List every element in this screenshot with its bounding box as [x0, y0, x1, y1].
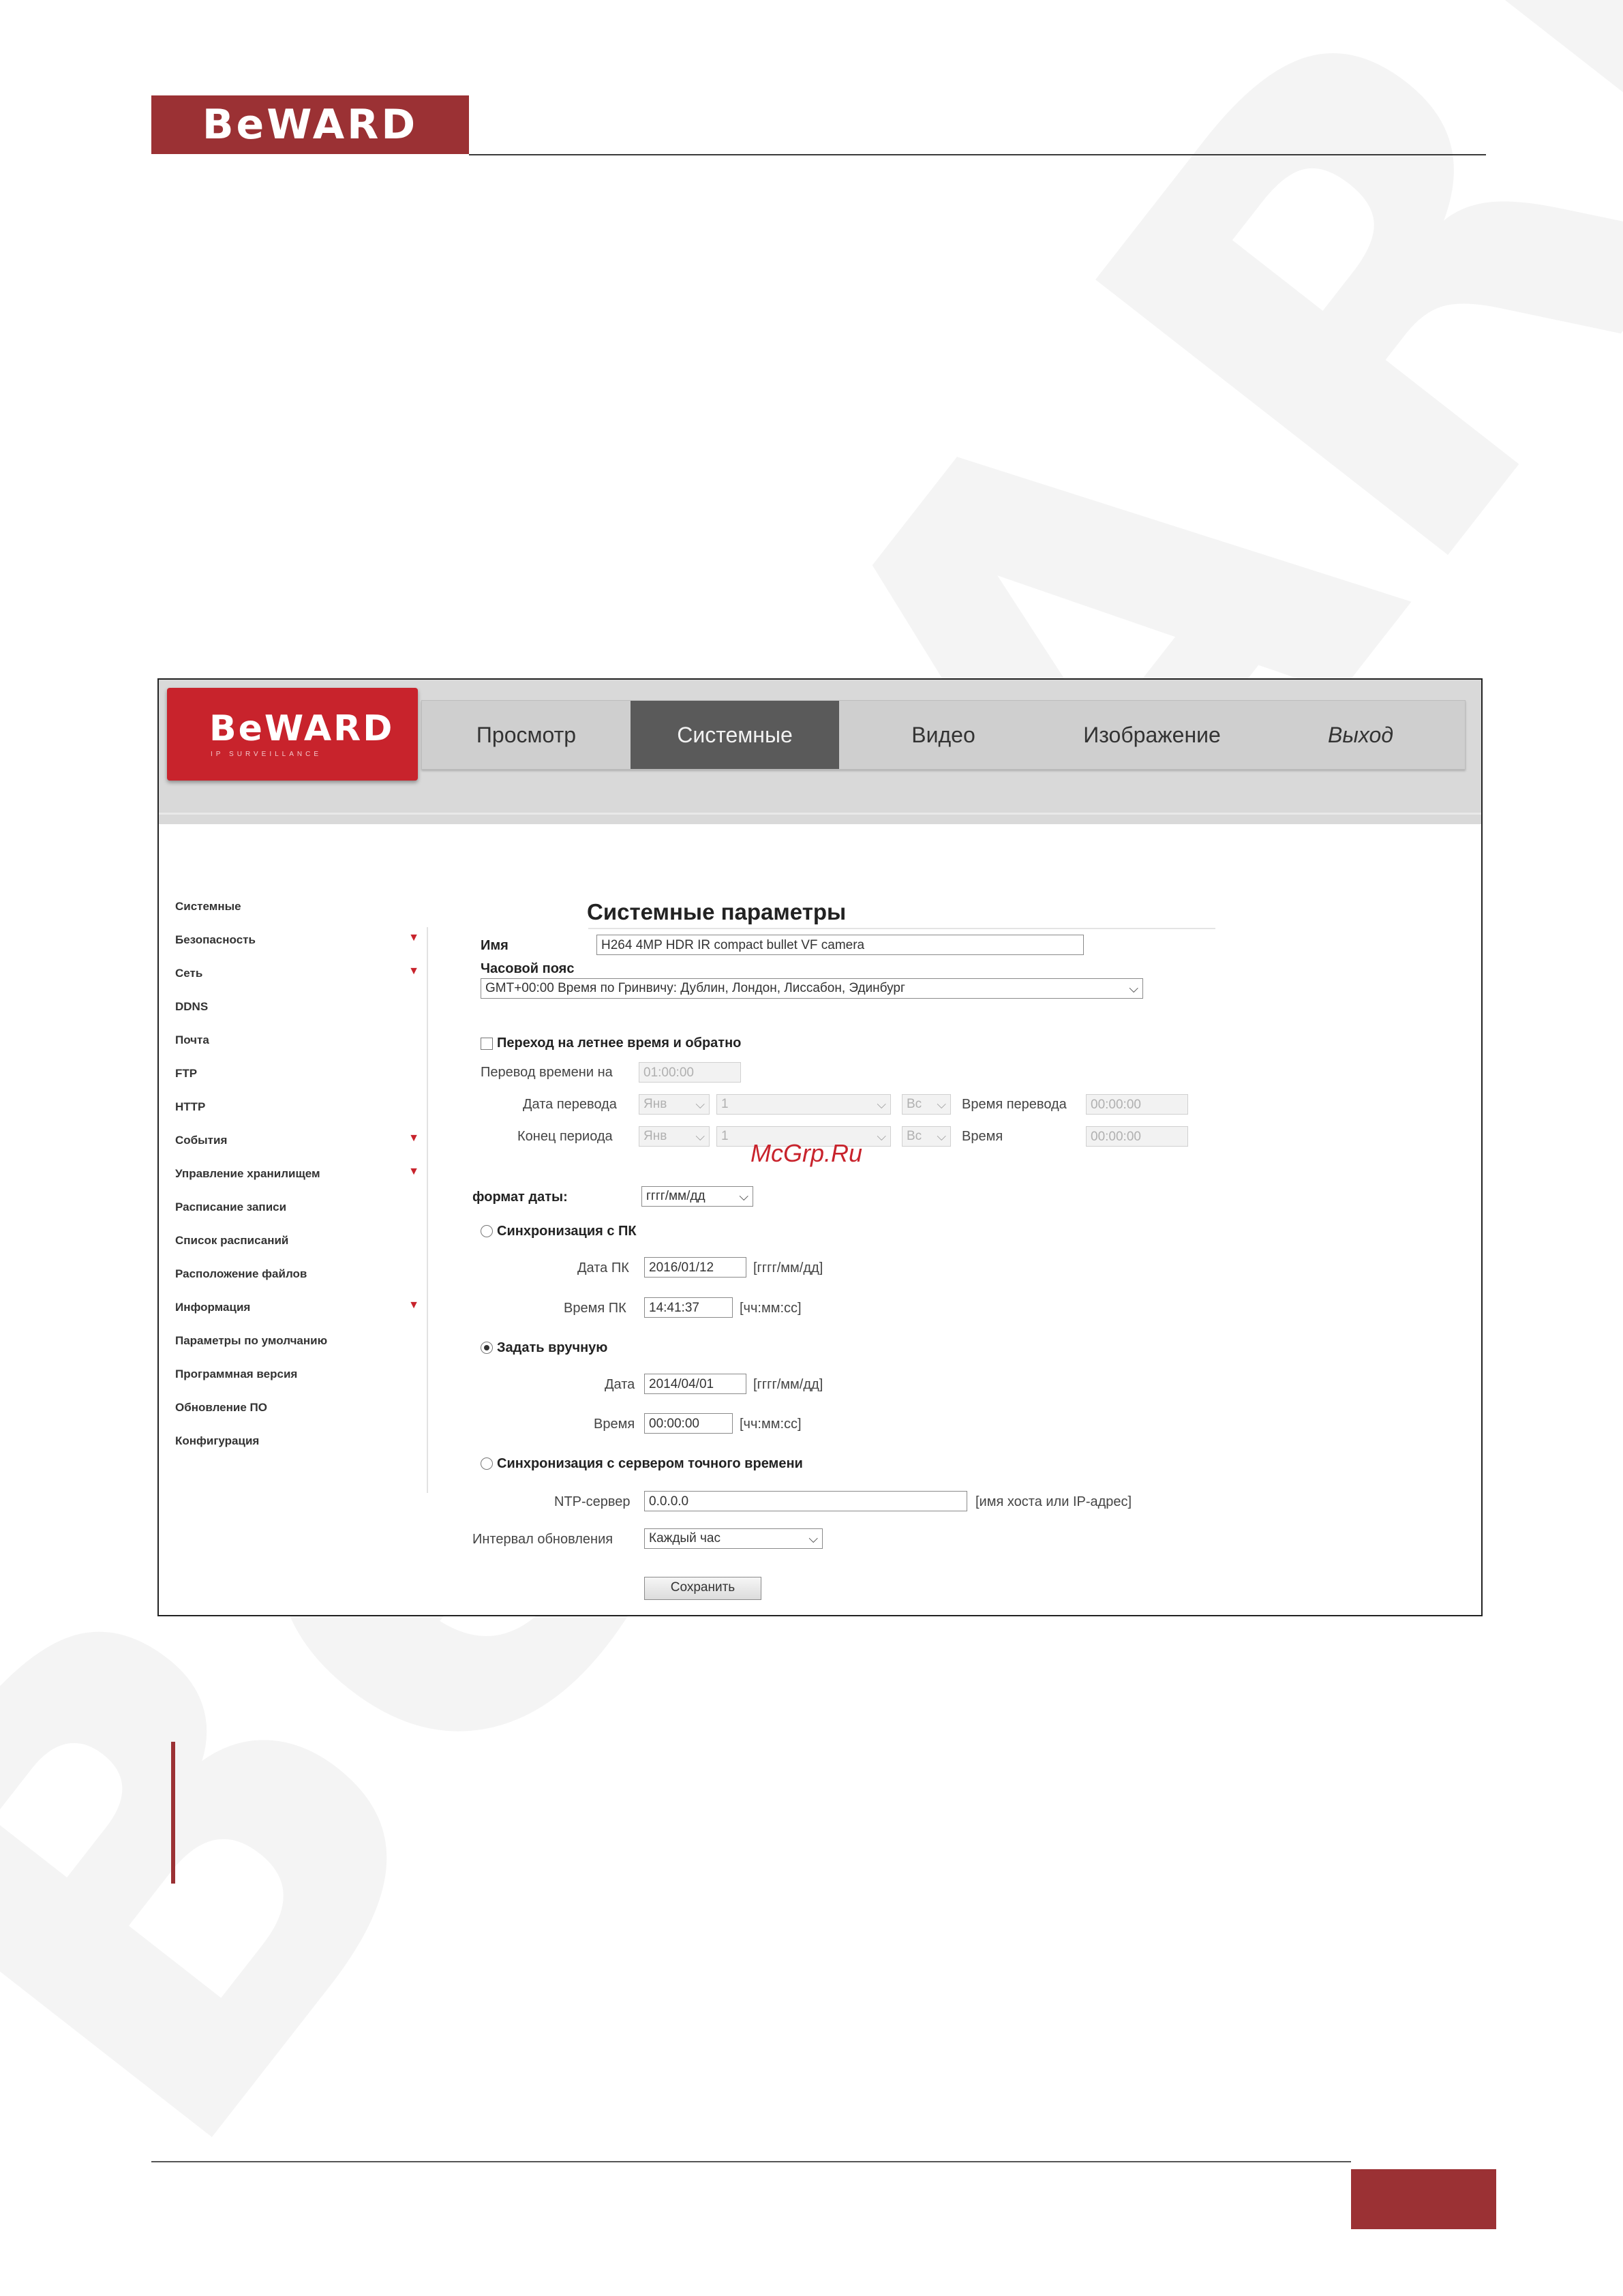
page-title: Системные параметры: [587, 899, 847, 924]
tab-system[interactable]: Системные: [631, 701, 839, 769]
dst-shift-field[interactable]: 01:00:00: [639, 1062, 741, 1083]
chevron-down-icon: ⌵: [937, 1130, 946, 1143]
sidebar-item-info[interactable]: Информация ▼: [175, 1299, 427, 1334]
tab-preview[interactable]: Просмотр: [422, 701, 631, 769]
dst-shift-label: Перевод времени на: [481, 1065, 613, 1080]
pc-date-field[interactable]: 2016/01/12: [644, 1257, 746, 1278]
dst-start-day-select[interactable]: Вс ⌵: [902, 1094, 951, 1115]
sidebar-item-events[interactable]: События ▼: [175, 1132, 427, 1167]
date-format-select[interactable]: гггг/мм/дд ⌵: [641, 1186, 753, 1207]
pc-date-hint: [гггг/мм/дд]: [753, 1260, 823, 1275]
camera-web-ui-screenshot: BeWARD IP SURVEILLANCE Просмотр Системны…: [157, 678, 1483, 1616]
dst-start-label: Дата перевода: [523, 1097, 617, 1112]
dst-end-time-label: Время: [962, 1129, 1003, 1144]
ntp-interval-label: Интервал обновления: [472, 1532, 613, 1547]
expand-arrow-icon: ▼: [408, 1166, 419, 1177]
tab-logout[interactable]: Выход: [1256, 701, 1465, 769]
ntp-server-field[interactable]: 0.0.0.0: [644, 1491, 967, 1511]
manual-date-field[interactable]: 2014/04/01: [644, 1374, 746, 1394]
ntp-server-hint: [имя хоста или IP-адрес]: [975, 1494, 1132, 1509]
title-divider: [588, 928, 1215, 929]
site-watermark: McGrp.Ru: [750, 1139, 863, 1167]
manual-label: Задать вручную: [497, 1340, 608, 1355]
sidebar-item-file-location[interactable]: Расположение файлов: [175, 1267, 427, 1301]
note-accent-bar: [171, 1742, 175, 1884]
camera-logo-brand: BeWARD: [209, 708, 395, 749]
chevron-down-icon: ⌵: [695, 1098, 705, 1111]
sidebar-item-storage[interactable]: Управление хранилищем ▼: [175, 1166, 427, 1200]
top-bar-divider: [159, 813, 1481, 815]
timezone-label: Часовой пояс: [481, 961, 575, 976]
chevron-down-icon: ⌵: [808, 1532, 818, 1545]
ntp-interval-select[interactable]: Каждый час ⌵: [644, 1528, 823, 1549]
sidebar-item-ftp[interactable]: FTP: [175, 1067, 427, 1100]
pc-time-hint: [чч:мм:сс]: [740, 1301, 802, 1316]
sync-pc-label: Синхронизация с ПК: [497, 1224, 637, 1239]
manual-date-hint: [гггг/мм/дд]: [753, 1377, 823, 1392]
timezone-select[interactable]: GMT+00:00 Время по Гринвичу: Дублин, Лон…: [481, 978, 1143, 999]
dst-start-week-select[interactable]: 1 ⌵: [716, 1094, 891, 1115]
chevron-down-icon: ⌵: [695, 1130, 705, 1143]
sidebar-item-record-schedule[interactable]: Расписание записи: [175, 1200, 427, 1234]
sidebar-item-security[interactable]: Безопасность ▼: [175, 932, 427, 967]
sidebar-item-firmware-version[interactable]: Программная версия: [175, 1368, 427, 1401]
manual-date-label: Дата: [605, 1377, 635, 1392]
sidebar-item-network[interactable]: Сеть ▼: [175, 965, 427, 1000]
manual-time-hint: [чч:мм:сс]: [740, 1417, 802, 1432]
manual-time-field[interactable]: 00:00:00: [644, 1413, 733, 1434]
device-name-field[interactable]: H264 4MP HDR IR compact bullet VF camera: [596, 935, 1084, 955]
chevron-down-icon: ⌵: [739, 1190, 748, 1203]
camera-logo: BeWARD IP SURVEILLANCE: [167, 688, 418, 781]
sidebar-item-system[interactable]: Системные: [175, 900, 427, 933]
dst-end-label: Конец периода: [517, 1129, 613, 1144]
dst-start-time-label: Время перевода: [962, 1097, 1067, 1112]
name-label: Имя: [481, 938, 509, 953]
dst-start-time-field[interactable]: 00:00:00: [1086, 1094, 1188, 1115]
sidebar-item-configuration[interactable]: Конфигурация: [175, 1434, 427, 1468]
tab-image[interactable]: Изображение: [1048, 701, 1256, 769]
dst-label: Переход на летнее время и обратно: [497, 1036, 742, 1051]
footer-page-box: [1351, 2169, 1496, 2229]
expand-arrow-icon: ▼: [408, 1132, 419, 1144]
sidebar-item-ddns[interactable]: DDNS: [175, 1000, 427, 1033]
ntp-radio[interactable]: [481, 1457, 493, 1470]
sidebar-item-http[interactable]: HTTP: [175, 1100, 427, 1134]
dst-checkbox[interactable]: [481, 1038, 493, 1050]
chevron-down-icon: ⌵: [877, 1098, 886, 1111]
sidebar-item-defaults[interactable]: Параметры по умолчанию: [175, 1334, 427, 1368]
expand-arrow-icon: ▼: [408, 932, 419, 943]
dst-start-month-select[interactable]: Янв ⌵: [639, 1094, 710, 1115]
dst-end-day-select[interactable]: Вс ⌵: [902, 1126, 951, 1147]
camera-logo-subtitle: IP SURVEILLANCE: [211, 751, 322, 758]
sidebar-item-firmware-update[interactable]: Обновление ПО: [175, 1401, 427, 1434]
footer-divider: [151, 2161, 1351, 2162]
header-divider: [469, 154, 1486, 155]
ntp-server-label: NTP-сервер: [554, 1494, 631, 1509]
expand-arrow-icon: ▼: [408, 1299, 419, 1311]
sidebar-divider: [427, 927, 428, 1493]
brand-logo: BeWARD: [151, 95, 469, 154]
date-format-label: формат даты:: [472, 1190, 568, 1205]
pc-time-label: Время ПК: [564, 1301, 626, 1316]
sidebar-item-schedule-list[interactable]: Список расписаний: [175, 1234, 427, 1267]
sync-pc-radio[interactable]: [481, 1225, 493, 1237]
tab-video[interactable]: Видео: [839, 701, 1048, 769]
save-button[interactable]: Сохранить: [644, 1577, 761, 1600]
ntp-label: Синхронизация с сервером точного времени: [497, 1456, 803, 1471]
pc-time-field[interactable]: 14:41:37: [644, 1297, 733, 1318]
dst-end-time-field[interactable]: 00:00:00: [1086, 1126, 1188, 1147]
sidebar-item-mail[interactable]: Почта: [175, 1033, 427, 1067]
manual-radio[interactable]: [481, 1342, 493, 1354]
main-nav: Просмотр Системные Видео Изображение Вых…: [421, 700, 1466, 770]
chevron-down-icon: ⌵: [877, 1130, 886, 1143]
expand-arrow-icon: ▼: [408, 965, 419, 977]
pc-date-label: Дата ПК: [577, 1260, 629, 1275]
chevron-down-icon: ⌵: [937, 1098, 946, 1111]
dst-end-month-select[interactable]: Янв ⌵: [639, 1126, 710, 1147]
chevron-down-icon: ⌵: [1129, 982, 1138, 995]
manual-time-label: Время: [594, 1417, 635, 1432]
sidebar: Системные Безопасность ▼ Сеть ▼ DDNS Почта…: [175, 900, 427, 1468]
